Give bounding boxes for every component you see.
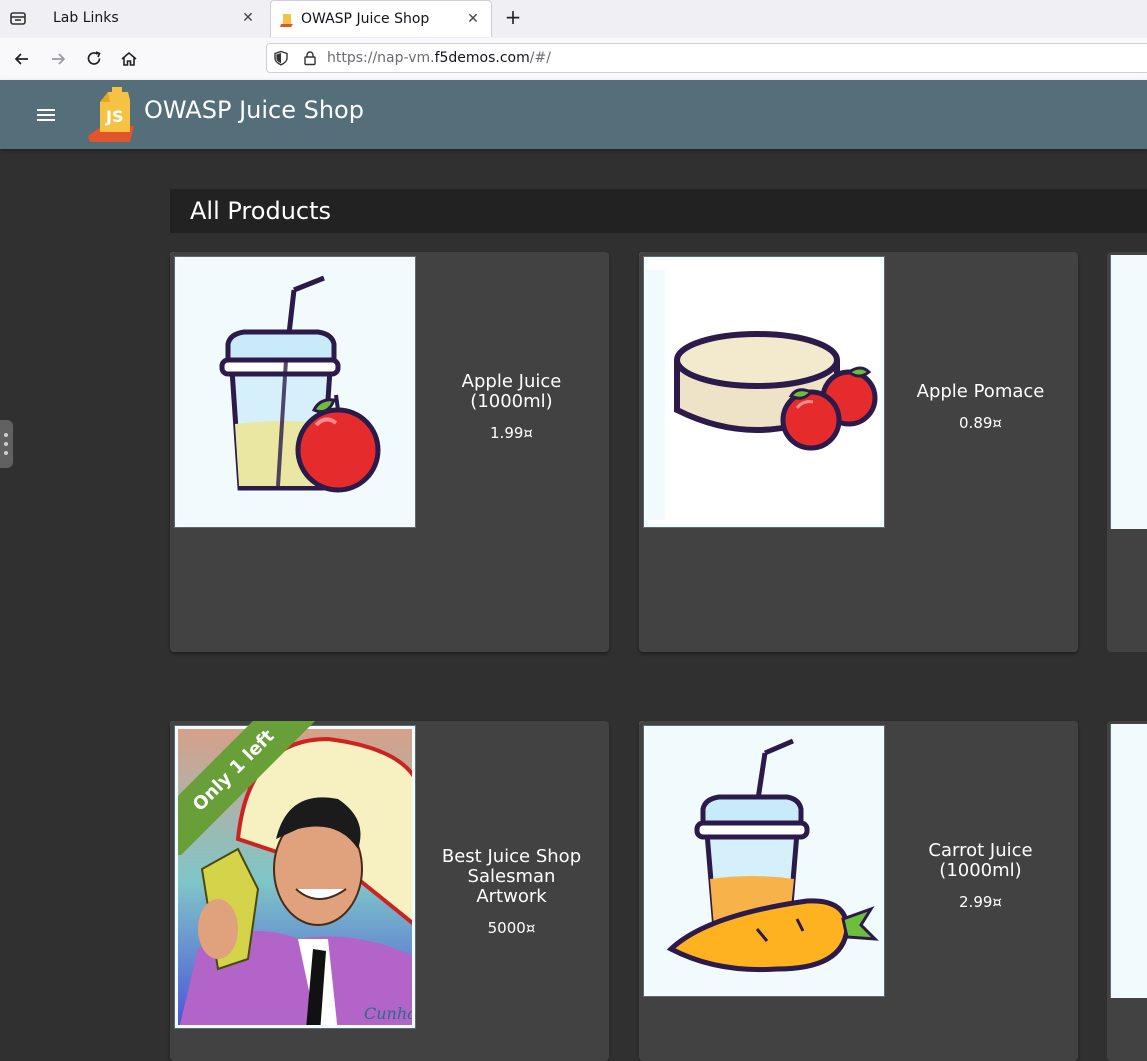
product-name: Apple Pomace (889, 382, 1072, 402)
product-price: 5000¤ (487, 919, 536, 937)
hamburger-menu-icon[interactable] (34, 103, 58, 127)
tab-list-icon[interactable] (8, 8, 28, 28)
page-title: All Products (190, 197, 332, 225)
product-price: 2.99¤ (959, 893, 1002, 911)
close-tab-icon[interactable]: ✕ (465, 11, 481, 27)
pomace-apples-icon (647, 270, 878, 520)
product-image-frame[interactable] (639, 252, 889, 532)
product-name-line: (1000ml) (470, 391, 553, 412)
juice-cup-carrot-icon (666, 738, 879, 973)
product-info: Best Juice Shop Salesman Artwork 5000¤ (420, 847, 603, 938)
stock-ribbon: Only 1 left (178, 721, 318, 855)
juice-shop-logo-icon[interactable]: JS (86, 86, 138, 142)
product-image-frame[interactable] (1110, 724, 1147, 998)
product-card-apple-pomace[interactable]: Apple Pomace 0.89¤ (639, 252, 1078, 652)
products-heading-bar: All Products (170, 189, 1147, 233)
juice-shop-favicon-icon (280, 14, 293, 27)
product-name-line: (1000ml) (939, 860, 1022, 881)
browser-nav-bar: https://nap-vm.f5demos.com/#/ (0, 38, 1147, 81)
svg-text:Cunhat: Cunhat (364, 1004, 412, 1023)
product-name-line: Artwork (476, 886, 547, 907)
product-card-carrot-juice[interactable]: Carrot Juice (1000ml) 2.99¤ (639, 721, 1078, 1061)
product-card-partial[interactable] (1107, 721, 1147, 1061)
product-name-line: Best Juice Shop (441, 846, 582, 867)
forward-icon[interactable] (48, 49, 68, 69)
product-image-frame[interactable]: Cunhat Only 1 left (170, 721, 420, 1033)
back-icon[interactable] (12, 49, 32, 69)
tab-title: OWASP Juice Shop (301, 11, 430, 27)
product-image-frame[interactable] (170, 252, 420, 532)
tab-owasp-juice-shop[interactable]: OWASP Juice Shop ✕ (270, 0, 492, 37)
tab-title: Lab Links (53, 10, 119, 26)
product-card-apple-juice[interactable]: Apple Juice (1000ml) 1.99¤ (170, 252, 609, 652)
only-one-left-ribbon: Only 1 left (178, 721, 318, 855)
address-bar[interactable]: https://nap-vm.f5demos.com/#/ (266, 43, 1147, 73)
juice-cup-apple-icon (219, 275, 381, 493)
browser-tab-bar: Lab Links ✕ OWASP Juice Shop ✕ + (0, 0, 1147, 39)
product-info: Apple Juice (1000ml) 1.99¤ (420, 372, 603, 443)
app-toolbar: JS OWASP Juice Shop (0, 80, 1147, 149)
url-host: f5demos.com (434, 50, 530, 66)
svg-text:JS: JS (105, 107, 123, 126)
product-name-line: Apple Juice (461, 371, 562, 392)
sidenav-drag-handle[interactable] (0, 420, 13, 468)
product-card-salesman-artwork[interactable]: Cunhat Only 1 left Best Juice Shop Sales… (170, 721, 609, 1061)
product-name-line: Apple Pomace (916, 381, 1045, 402)
product-name: Carrot Juice (1000ml) (889, 841, 1072, 881)
product-name: Apple Juice (1000ml) (420, 372, 603, 412)
home-icon[interactable] (119, 49, 139, 69)
url-prefix: https://nap-vm. (327, 50, 435, 66)
product-image-frame[interactable] (639, 721, 889, 1001)
product-price: 0.89¤ (959, 414, 1002, 432)
product-name-line: Carrot Juice (928, 840, 1033, 861)
lock-icon[interactable] (302, 50, 318, 66)
url-suffix: /#/ (529, 50, 551, 66)
tracking-protection-shield-icon[interactable] (273, 50, 289, 66)
product-image-frame[interactable] (1110, 255, 1147, 529)
close-tab-icon[interactable]: ✕ (240, 10, 256, 26)
product-info: Carrot Juice (1000ml) 2.99¤ (889, 841, 1072, 912)
app-title[interactable]: OWASP Juice Shop (144, 96, 364, 124)
tab-lab-links[interactable]: Lab Links ✕ (40, 0, 266, 36)
product-name: Best Juice Shop Salesman Artwork (420, 847, 603, 907)
new-tab-icon[interactable]: + (503, 7, 523, 28)
url-text[interactable]: https://nap-vm.f5demos.com/#/ (327, 50, 551, 66)
product-card-partial[interactable] (1107, 252, 1147, 652)
reload-icon[interactable] (84, 49, 104, 69)
product-info: Apple Pomace 0.89¤ (889, 382, 1072, 433)
product-price: 1.99¤ (490, 424, 533, 442)
product-name-line: Salesman (467, 866, 556, 887)
